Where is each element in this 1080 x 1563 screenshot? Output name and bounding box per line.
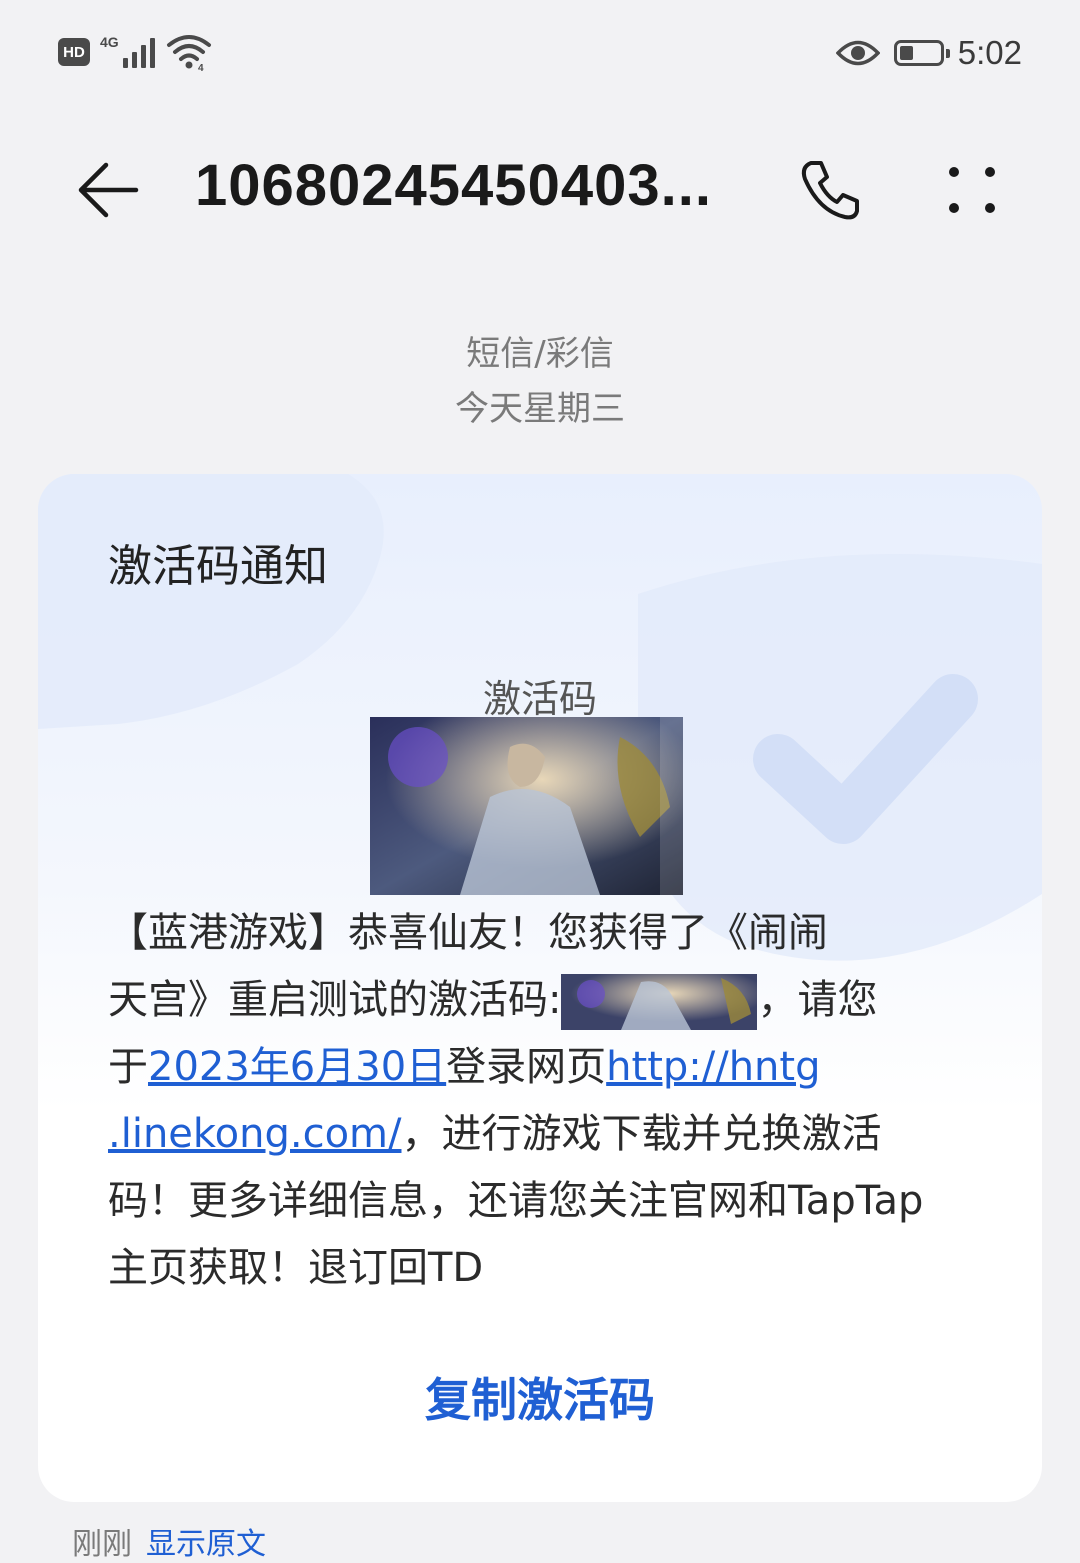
message-body: 【蓝港游戏】恭喜仙友！您获得了《闹闹 天宫》重启测试的激活码: ，请您 于202… — [108, 900, 988, 1302]
status-left: HD 4G 4 — [58, 30, 213, 74]
message-type: 短信/彩信 — [466, 334, 614, 374]
date-link[interactable]: 2023年6月30日 — [148, 1044, 446, 1090]
show-original-link[interactable]: 显示原文 — [146, 1519, 266, 1563]
svg-text:4: 4 — [198, 63, 204, 72]
copy-code-button[interactable]: 复制激活码 — [38, 1364, 1042, 1430]
more-dots-icon — [949, 167, 995, 213]
call-button[interactable] — [790, 150, 870, 230]
message-time: 刚刚 — [72, 1527, 132, 1562]
card-title: 激活码通知 — [108, 541, 328, 592]
message-line: 于2023年6月30日登录网页http://hntg — [108, 1044, 821, 1090]
message-line: 【蓝港游戏】恭喜仙友！您获得了《闹闹 — [108, 910, 828, 956]
phone-icon — [801, 161, 859, 220]
status-right: 5:02 — [835, 28, 1022, 78]
date-separator: 今天星期三 — [455, 389, 625, 429]
status-bar: HD 4G 4 5:02 — [0, 0, 1080, 105]
arrow-left-icon — [78, 162, 139, 218]
hd-icon: HD — [58, 38, 90, 66]
network-type: 4G — [100, 34, 119, 50]
redacted-code-image — [370, 717, 683, 895]
more-button[interactable] — [932, 150, 1012, 230]
clock: 5:02 — [957, 34, 1022, 71]
message-line: .linekong.com/，进行游戏下载并兑换激活 — [108, 1111, 882, 1157]
code-label: 激活码 — [482, 677, 597, 721]
message-line: 码！更多详细信息，还请您关注官网和TapTap — [108, 1178, 924, 1224]
message-footer: 刚刚 显示原文 — [72, 1519, 266, 1563]
message-line: 主页获取！退订回TD — [108, 1245, 484, 1291]
wifi-icon: 4 — [166, 35, 211, 72]
conversation-header: 10680245450403... — [0, 120, 1080, 260]
redacted-code-inline-image — [561, 974, 758, 1030]
message-line: 天宫》重启测试的激活码: ，请您 — [108, 967, 988, 1034]
sender-number: 10680245450403... — [195, 153, 712, 218]
eye-icon — [835, 40, 880, 66]
battery-fill — [899, 46, 913, 60]
battery-icon — [893, 40, 950, 66]
back-button[interactable] — [68, 150, 148, 230]
signal-icon — [122, 36, 155, 68]
message-card[interactable]: 激活码通知 激活码 【蓝港游戏】恭喜仙友！您获得了《闹闹 天宫》重启测试的激活码… — [38, 474, 1042, 1502]
url-link[interactable]: http://hntg — [606, 1044, 820, 1090]
url-link-continued[interactable]: .linekong.com/ — [108, 1111, 401, 1157]
